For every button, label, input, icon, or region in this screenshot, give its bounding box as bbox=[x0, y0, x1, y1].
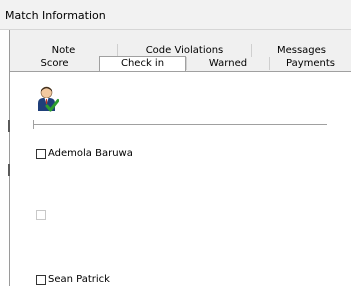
player-checkin-checkbox[interactable] bbox=[36, 149, 46, 159]
player-name-label[interactable]: Ademola Baruwa bbox=[48, 148, 133, 160]
tab-label: Check in bbox=[120, 58, 165, 69]
user-check-icon bbox=[38, 86, 59, 112]
player-checkin-checkbox-disabled bbox=[36, 210, 46, 220]
tab-messages[interactable]: Messages bbox=[251, 44, 351, 57]
player-name-label[interactable]: Sean Patrick bbox=[48, 274, 110, 286]
tab-label: Score bbox=[40, 58, 69, 69]
window-title: Match Information bbox=[5, 9, 106, 22]
tab-label: Note bbox=[51, 45, 76, 56]
tab-score[interactable]: Score bbox=[10, 57, 99, 70]
tab-label: Payments bbox=[286, 58, 335, 69]
tab-label: Messages bbox=[276, 45, 327, 56]
tab-label: Code Violations bbox=[145, 45, 224, 56]
tab-warned[interactable]: Warned bbox=[186, 57, 269, 70]
player-checkin-checkbox[interactable] bbox=[36, 275, 46, 285]
check-in-panel bbox=[10, 72, 351, 286]
header-divider bbox=[34, 124, 327, 125]
tab-payments[interactable]: Payments bbox=[269, 57, 351, 70]
title-bar: Match Information bbox=[0, 0, 351, 30]
tab-label: Warned bbox=[208, 58, 248, 69]
tab-check-in[interactable]: Check in bbox=[99, 56, 186, 71]
match-information-window: Match Information Note Code Violations M… bbox=[0, 0, 351, 286]
